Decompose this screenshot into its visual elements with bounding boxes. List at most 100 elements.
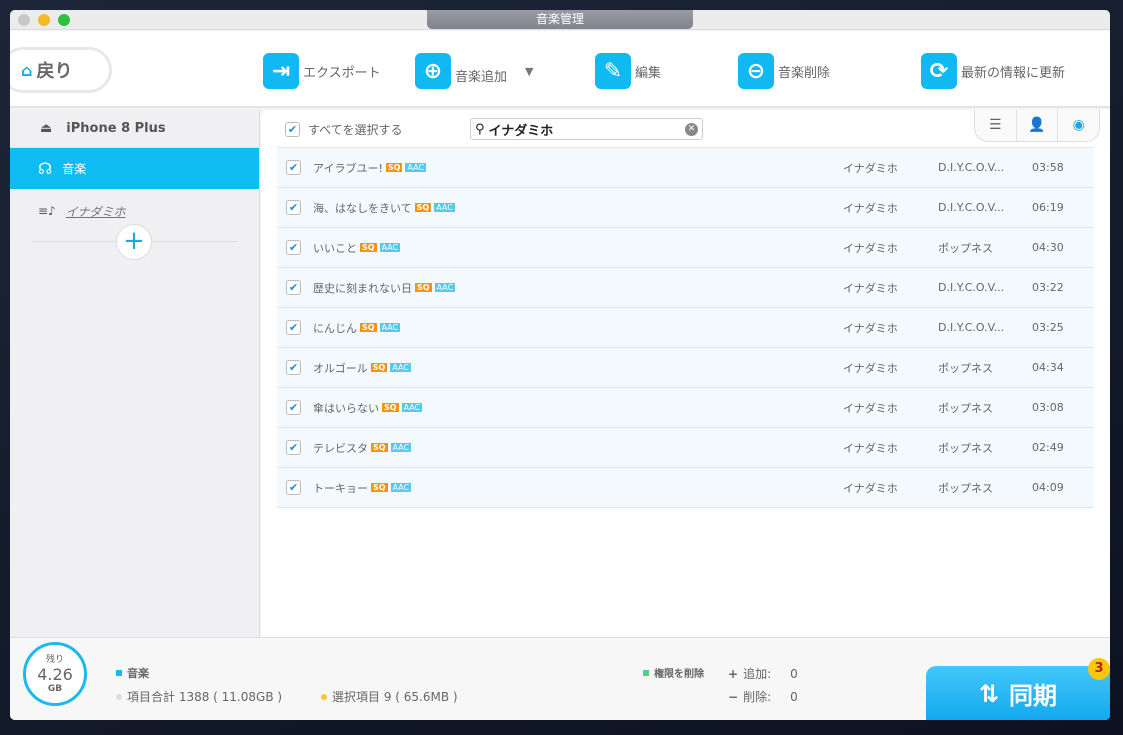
- row-checkbox[interactable]: ✔: [286, 280, 301, 295]
- sq-badge: SQ: [371, 483, 388, 492]
- add-count: 0: [790, 666, 798, 681]
- song-title: テレビスタ: [313, 441, 368, 455]
- delete-music-button[interactable]: ⊖ 音楽削除: [738, 53, 830, 89]
- headphones-icon: ☊: [38, 159, 53, 178]
- refresh-button[interactable]: ⟳ 最新の情報に更新: [921, 53, 1065, 89]
- row-checkbox[interactable]: ✔: [286, 320, 301, 335]
- song-duration: 04:30: [1032, 241, 1064, 254]
- song-album: D.I.Y.C.O.V...: [938, 321, 1005, 334]
- edit-label: 編集: [635, 65, 662, 81]
- select-all-label: すべてを選択する: [308, 123, 403, 137]
- close-button[interactable]: [18, 14, 30, 26]
- rights-legend-icon: [643, 669, 649, 676]
- song-album: ポップネス: [938, 441, 993, 455]
- table-row[interactable]: ✔ いいこと SQ AAC イナダミホ ポップネス 04:30: [277, 228, 1094, 268]
- storage-unit: GB: [47, 684, 63, 694]
- add-label: 追加:: [743, 667, 772, 681]
- aac-badge: AAC: [434, 203, 455, 212]
- list-header: ✔ すべてを選択する ⚲✕ ☰👤◉: [277, 110, 1100, 148]
- sq-badge: SQ: [360, 243, 377, 252]
- search-input[interactable]: [488, 121, 681, 137]
- aac-badge: AAC: [401, 403, 423, 412]
- select-all-checkbox[interactable]: ✔: [285, 122, 300, 137]
- device-name: iPhone 8 Plus: [66, 121, 166, 136]
- add-music-label: 音楽追加: [455, 69, 508, 85]
- dropdown-icon[interactable]: ▼: [525, 65, 533, 78]
- divider: +: [32, 224, 237, 260]
- song-duration: 04:34: [1032, 361, 1064, 374]
- artist-view-icon[interactable]: 👤: [1017, 110, 1059, 141]
- music-label: 音楽: [62, 162, 87, 176]
- song-duration: 03:58: [1032, 161, 1064, 174]
- table-row[interactable]: ✔ オルゴール SQ AAC イナダミホ ポップネス 04:34: [277, 348, 1094, 388]
- song-list-panel: ✔ すべてを選択する ⚲✕ ☰👤◉ ✔ アイラブユー!SQAAC イナダミホ D.…: [261, 110, 1110, 637]
- clear-search-icon[interactable]: ✕: [685, 122, 698, 136]
- export-button[interactable]: ⇥ エクスポート: [263, 53, 381, 89]
- table-row[interactable]: ✔ テレビスタ SQ AAC イナダミホ ポップネス 02:49: [277, 428, 1094, 468]
- sync-button[interactable]: ⇅ 同期: [926, 666, 1110, 720]
- playlist-label: イナダミホ: [65, 204, 126, 219]
- row-checkbox[interactable]: ✔: [286, 160, 301, 175]
- table-row[interactable]: ✔ 傘はいらない SQ AAC イナダミホ ポップネス 03:08: [277, 388, 1094, 428]
- edit-button[interactable]: ✎ 編集: [595, 53, 661, 89]
- window-title: 音楽管理: [427, 10, 693, 29]
- zoom-button[interactable]: [58, 14, 70, 26]
- edit-icon: ✎: [595, 53, 631, 89]
- minimize-button[interactable]: [38, 14, 50, 26]
- storage-gauge: 残り 4.26 GB: [23, 642, 87, 706]
- app-window: 音楽管理 ⌂ 戻り ⇥ エクスポート ⊕ 音楽追加 ▼ ✎ 編集 ⊖ 音楽削除 ⟳ 最新の情報…: [10, 10, 1110, 720]
- row-checkbox[interactable]: ✔: [286, 440, 301, 455]
- row-checkbox[interactable]: ✔: [286, 480, 301, 495]
- category-label: 音楽: [127, 667, 149, 680]
- refresh-label: 最新の情報に更新: [961, 65, 1066, 81]
- song-artist: イナダミホ: [843, 361, 898, 375]
- song-album: ポップネス: [938, 401, 993, 415]
- table-row[interactable]: ✔ アイラブユー! SQ AAC イナダミホ D.I.Y.C.O.V... 03:5…: [277, 148, 1094, 188]
- playlist-icon: ≡♪: [38, 204, 56, 218]
- view-switcher: ☰ 👤 ◉: [974, 110, 1100, 142]
- song-title: 歴史に刻まれない日: [313, 281, 412, 295]
- back-button[interactable]: ⌂ 戻り: [10, 47, 112, 93]
- delete-label: 削除:: [743, 690, 772, 704]
- song-album: ポップネス: [938, 481, 993, 495]
- song-duration: 03:25: [1032, 321, 1064, 334]
- album-view-icon[interactable]: ◉: [1058, 110, 1099, 141]
- sq-badge: SQ: [414, 203, 432, 212]
- table-row[interactable]: ✔ 海、はなしをきいて SQ AAC イナダミホ D.I.Y.C.O.V... 06…: [277, 188, 1094, 228]
- home-icon: ⌂: [21, 60, 33, 80]
- song-album: ポップネス: [938, 361, 993, 375]
- search-field[interactable]: ⚲✕: [470, 118, 703, 140]
- table-row[interactable]: ✔ トーキョー SQ AAC イナダミホ ポップネス 04:09: [277, 468, 1094, 508]
- refresh-icon: ⟳: [921, 53, 957, 89]
- song-artist: イナダミホ: [843, 281, 898, 295]
- song-artist: イナダミホ: [843, 481, 898, 495]
- add-music-button[interactable]: ⊕ 音楽追加 ▼: [415, 53, 533, 89]
- aac-badge: AAC: [379, 323, 401, 332]
- device-item[interactable]: ⏏ iPhone 8 Plus: [10, 110, 259, 148]
- select-all[interactable]: ✔ すべてを選択する: [285, 121, 402, 138]
- song-list: ✔ アイラブユー! SQ AAC イナダミホ D.I.Y.C.O.V... 03:5…: [277, 148, 1094, 508]
- song-duration: 02:49: [1032, 441, 1064, 454]
- delete-music-label: 音楽削除: [778, 65, 831, 81]
- sidebar-item-music[interactable]: ☊ 音楽: [10, 148, 259, 189]
- row-checkbox[interactable]: ✔: [286, 240, 301, 255]
- table-row[interactable]: ✔ 歴史に刻まれない日 SQ AAC イナダミホ D.I.Y.C.O.V... 03…: [277, 268, 1094, 308]
- row-checkbox[interactable]: ✔: [286, 360, 301, 375]
- song-album: D.I.Y.C.O.V...: [938, 201, 1005, 214]
- headphones-add-icon: ⊕: [415, 53, 451, 89]
- storage-value: 4.26: [37, 665, 73, 684]
- selected-legend-icon: [321, 693, 327, 700]
- song-artist: イナダミホ: [843, 161, 898, 175]
- row-checkbox[interactable]: ✔: [286, 400, 301, 415]
- add-playlist-button[interactable]: +: [116, 224, 152, 260]
- sq-badge: SQ: [371, 443, 388, 452]
- title-bar: 音楽管理: [10, 10, 1110, 30]
- song-album: D.I.Y.C.O.V...: [938, 281, 1005, 294]
- song-artist: イナダミホ: [843, 241, 898, 255]
- song-duration: 03:22: [1032, 281, 1064, 294]
- eject-icon[interactable]: ⏏: [40, 121, 52, 136]
- table-row[interactable]: ✔ にんじん SQ AAC イナダミホ D.I.Y.C.O.V... 03:25: [277, 308, 1094, 348]
- row-checkbox[interactable]: ✔: [286, 200, 301, 215]
- list-view-icon[interactable]: ☰: [975, 110, 1017, 141]
- sync-badge: 3: [1088, 658, 1110, 680]
